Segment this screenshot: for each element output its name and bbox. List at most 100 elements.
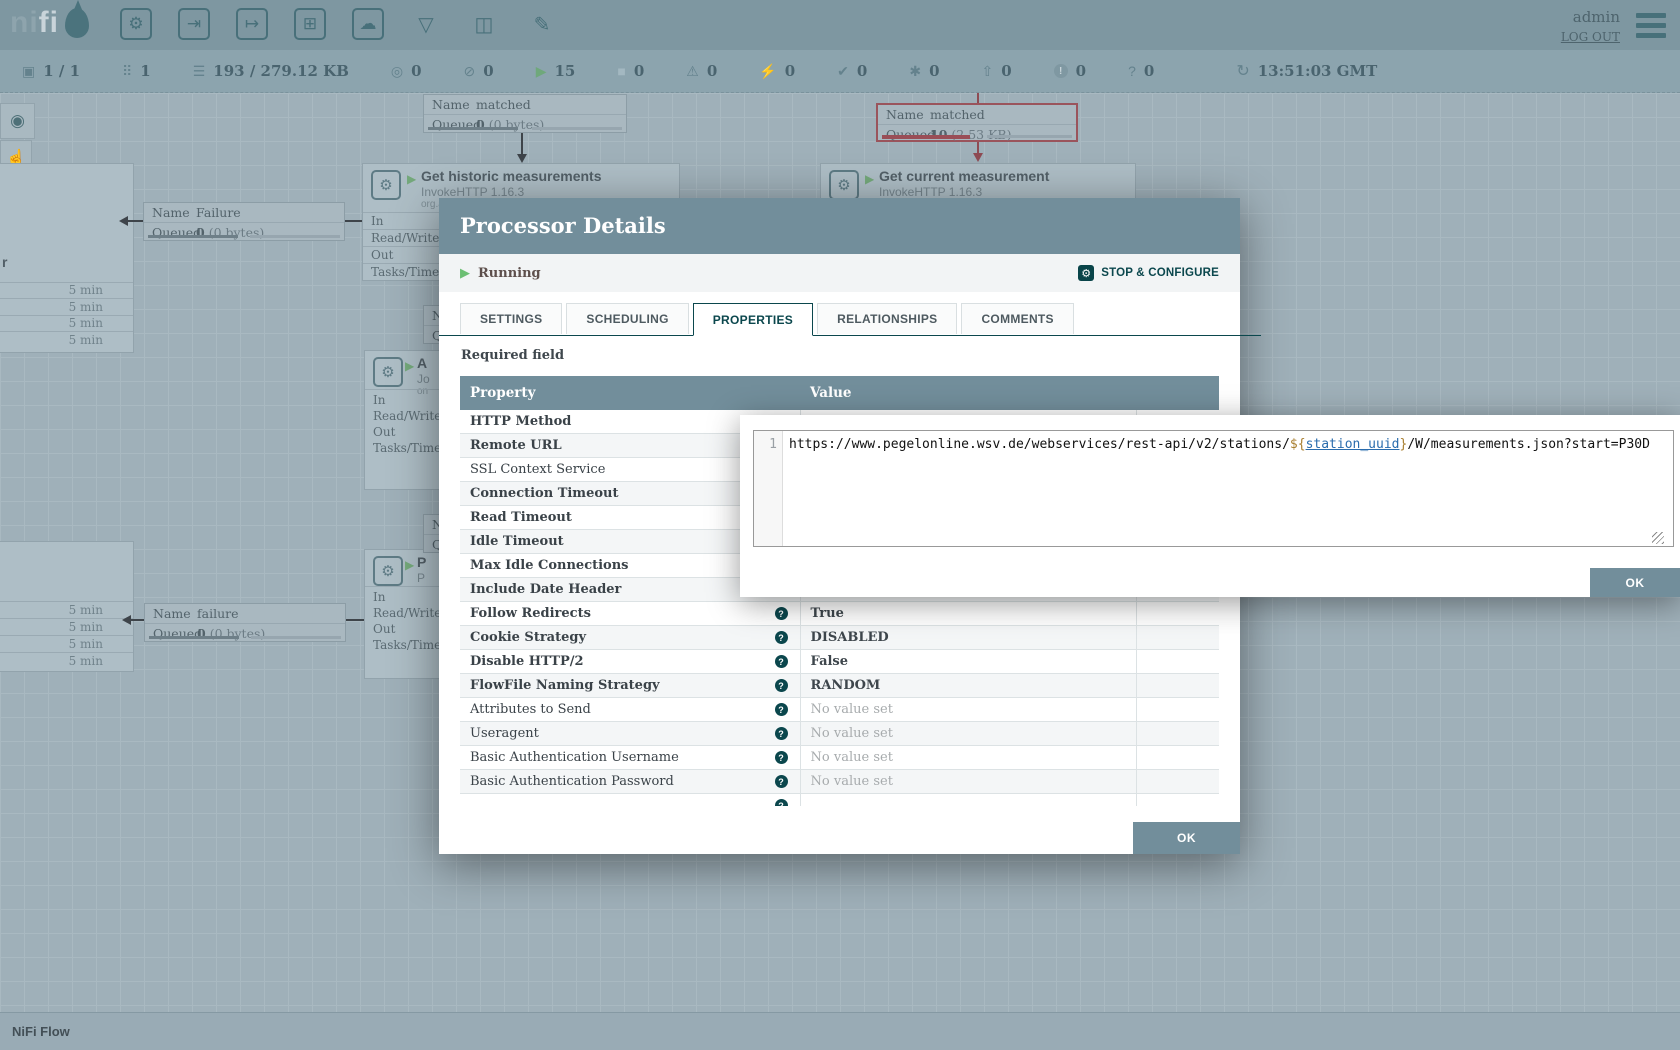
help-icon[interactable]: ? — [775, 607, 788, 620]
processor-icon: ⚙ — [829, 170, 859, 200]
connection-label-matched-backpressure[interactable]: Namematched Queued10 (2.53 KB) — [876, 103, 1078, 142]
queued-icon: ☰ — [193, 63, 206, 80]
table-row: Basic Authentication Username?No value s… — [460, 746, 1219, 770]
stopped-status: ■0 — [617, 62, 644, 80]
value-editor-textarea[interactable]: 1 https://www.pegelonline.wsv.de/webserv… — [753, 430, 1674, 547]
processor-type: InvokeHTTP 1.16.3 — [421, 185, 524, 199]
property-column-header: Property — [460, 385, 800, 401]
help-icon[interactable]: ? — [775, 679, 788, 692]
component-toolbar: ⚙ ⇥ ↦ ⊞ ☁ ▽ ◫ ✎ — [120, 8, 558, 40]
refresh-group[interactable]: ↻ 13:51:03 GMT — [1236, 61, 1377, 81]
table-header: Property Value — [460, 376, 1219, 410]
processor-icon: ⚙ — [371, 170, 401, 200]
table-row: Follow Redirects?True — [460, 602, 1219, 626]
stale-status: ⇧0 — [982, 62, 1012, 80]
table-row: FlowFile Naming Strategy?RANDOM — [460, 674, 1219, 698]
threads-icon: ⠿ — [122, 63, 132, 80]
run-status-icon: ▶ — [407, 172, 416, 186]
connection-line — [131, 619, 144, 621]
connection-line — [346, 619, 364, 621]
output-port-tool-icon[interactable]: ↦ — [236, 8, 268, 40]
tab-settings[interactable]: SETTINGS — [460, 303, 562, 334]
partial-processor-left-top[interactable]: r 5 min 5 min 5 min 5 min — [0, 163, 134, 353]
tab-scheduling[interactable]: SCHEDULING — [566, 303, 688, 334]
run-status: ▶ Running — [460, 265, 541, 281]
logout-link[interactable]: LOG OUT — [1561, 30, 1620, 44]
connection-label-matched[interactable]: Namematched Queued0 (0 bytes) — [423, 94, 627, 133]
nifi-logo: nifi — [10, 6, 89, 40]
template-tool-icon[interactable]: ◫ — [468, 8, 500, 40]
editor-ok-button[interactable]: OK — [1590, 568, 1680, 597]
resize-handle[interactable] — [1652, 532, 1664, 544]
remote-process-group-tool-icon[interactable]: ☁ — [352, 8, 384, 40]
processor-tool-icon[interactable]: ⚙ — [120, 8, 152, 40]
processor-type: InvokeHTTP 1.16.3 — [879, 185, 982, 199]
not-transmitting-status: ⊘0 — [464, 62, 494, 80]
sync-failure-status: !0 — [1054, 62, 1086, 80]
help-icon[interactable]: ? — [775, 631, 788, 644]
not-transmitting-icon: ⊘ — [464, 63, 476, 80]
unknown-version-status: ?0 — [1128, 62, 1154, 80]
connection-line-alert — [977, 93, 979, 103]
question-icon: ? — [1128, 63, 1136, 79]
stop-configure-icon: ⚙ — [1078, 265, 1094, 281]
breadcrumb-bar: NiFi Flow — [0, 1012, 1680, 1050]
value-editor-code[interactable]: https://www.pegelonline.wsv.de/webservic… — [783, 431, 1673, 546]
help-icon[interactable]: ? — [775, 775, 788, 788]
run-status-icon: ▶ — [865, 172, 874, 186]
active-threads-status: ⠿1 — [122, 62, 151, 80]
stop-and-configure-button[interactable]: ⚙ STOP & CONFIGURE — [1078, 265, 1219, 281]
tab-comments[interactable]: COMMENTS — [961, 303, 1073, 334]
nifi-drop-icon — [65, 8, 89, 38]
table-row-partial: ? — [460, 794, 1219, 806]
line-number-gutter: 1 — [754, 431, 783, 546]
compass-icon: ◉ — [10, 111, 25, 131]
up-to-date-status: ✔0 — [837, 62, 867, 80]
table-row: Useragent?No value set — [460, 722, 1219, 746]
connection-arrow — [517, 154, 527, 163]
connection-label-failure-lower[interactable]: Namefailure Queued0 (0 bytes) — [144, 603, 346, 642]
help-icon[interactable]: ? — [775, 727, 788, 740]
dialog-header: Processor Details — [439, 198, 1240, 254]
disabled-icon: ⚡ — [759, 63, 776, 80]
processor-icon: ⚙ — [373, 357, 403, 387]
navigate-palette-button[interactable]: ◉ — [0, 103, 35, 139]
help-icon[interactable]: ? — [775, 703, 788, 716]
dialog-title: Processor Details — [460, 213, 666, 238]
partial-processor-left-bottom[interactable]: 5 min 5 min 5 min 5 min — [0, 541, 134, 672]
run-status-icon: ▶ — [405, 558, 414, 572]
help-icon[interactable]: ? — [775, 655, 788, 668]
transmitting-icon: ◎ — [391, 63, 403, 80]
nifi-screen: nifi ⚙ ⇥ ↦ ⊞ ☁ ▽ ◫ ✎ admin LOG OUT ▣1 / … — [0, 0, 1680, 1050]
input-port-tool-icon[interactable]: ⇥ — [178, 8, 210, 40]
global-menu-button[interactable] — [1636, 13, 1666, 43]
running-label: Running — [478, 266, 541, 281]
processor-icon: ⚙ — [373, 556, 403, 586]
help-icon[interactable]: ? — [775, 751, 788, 764]
help-icon[interactable]: ? — [775, 799, 788, 806]
stale-icon: ⇧ — [982, 63, 994, 80]
process-group-tool-icon[interactable]: ⊞ — [294, 8, 326, 40]
up-to-date-icon: ✔ — [837, 63, 849, 80]
connection-line — [128, 220, 143, 222]
dialog-ok-button[interactable]: OK — [1133, 822, 1240, 854]
connection-line — [345, 220, 362, 222]
processor-name: Get current measurement — [879, 168, 1049, 184]
cluster-icon: ▣ — [22, 63, 35, 80]
stopped-icon: ■ — [617, 63, 625, 79]
table-row: Disable HTTP/2?False — [460, 650, 1219, 674]
connection-label-failure[interactable]: NameFailure Queued0 (0 bytes) — [143, 202, 345, 241]
label-tool-icon[interactable]: ✎ — [526, 8, 558, 40]
cluster-status: ▣1 / 1 — [22, 62, 80, 80]
dialog-status-row: ▶ Running ⚙ STOP & CONFIGURE — [439, 254, 1240, 292]
table-row: Basic Authentication Password?No value s… — [460, 770, 1219, 794]
tab-relationships[interactable]: RELATIONSHIPS — [817, 303, 957, 334]
property-value-editor: 1 https://www.pegelonline.wsv.de/webserv… — [740, 415, 1680, 597]
refresh-icon[interactable]: ↻ — [1236, 61, 1249, 81]
funnel-tool-icon[interactable]: ▽ — [410, 8, 442, 40]
transmitting-status: ◎0 — [391, 62, 422, 80]
tab-properties[interactable]: PROPERTIES — [693, 303, 813, 336]
el-parameter: station_uuid — [1306, 437, 1400, 452]
breadcrumb[interactable]: NiFi Flow — [12, 1024, 70, 1039]
connection-arrow-alert — [973, 153, 983, 162]
